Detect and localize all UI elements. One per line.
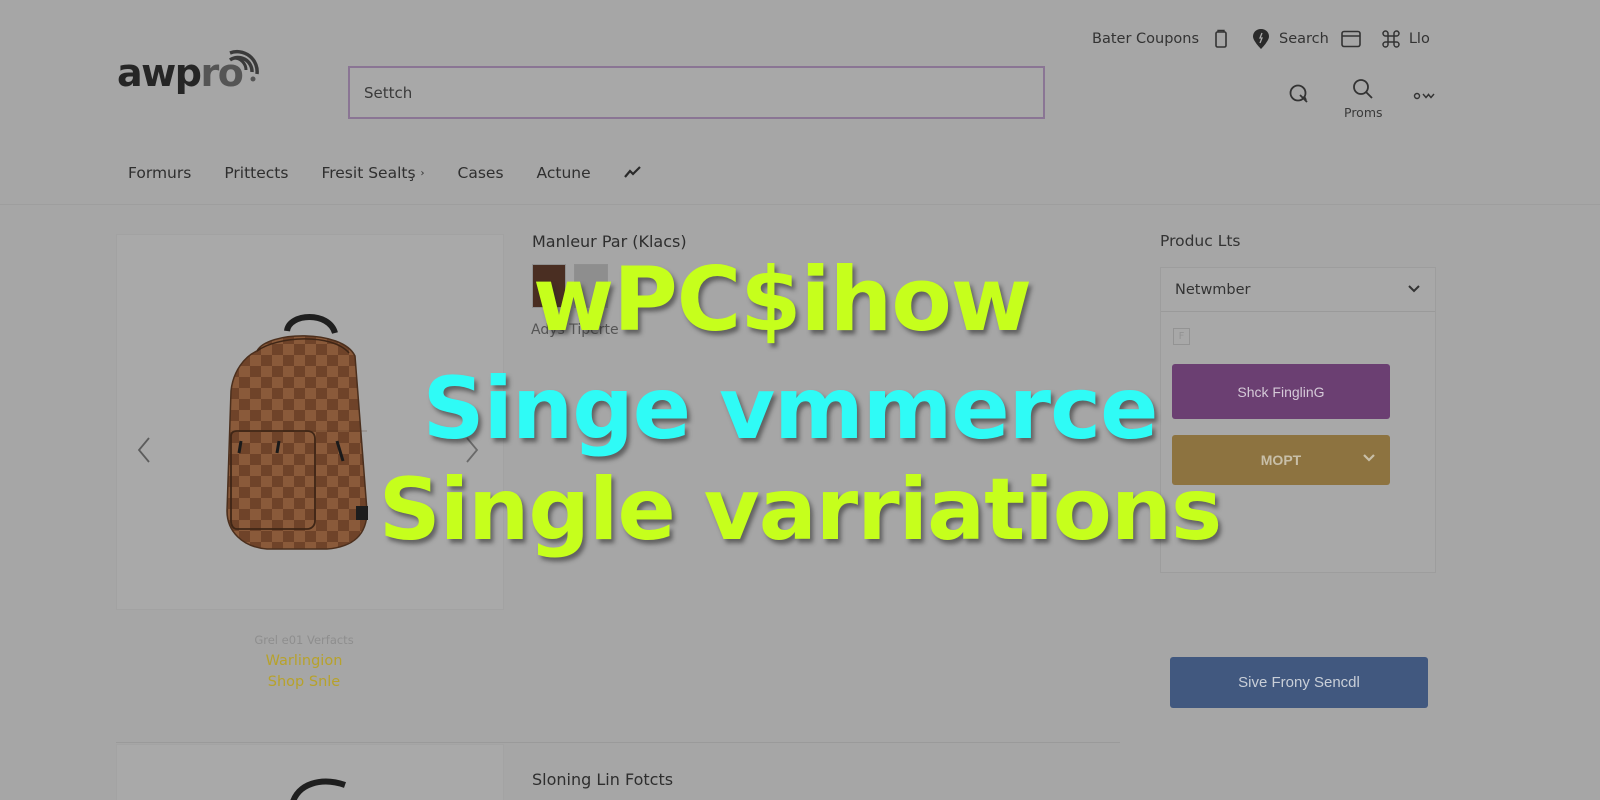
chevron-down-icon — [1407, 282, 1421, 298]
utility-bar: Bater Coupons Search Llo — [1092, 28, 1442, 50]
nav-item-formurs[interactable]: Formurs — [128, 164, 191, 182]
color-swatches — [532, 264, 616, 308]
utility-window[interactable] — [1341, 29, 1369, 49]
chevron-down-icon — [1362, 450, 1376, 466]
variant-caption: Grel e01 Verfacts Warlingion Shop Snle — [200, 633, 408, 693]
variation-select[interactable]: Netwmber — [1161, 268, 1435, 312]
search-icon — [1352, 78, 1374, 104]
swatch-brown[interactable] — [532, 264, 566, 308]
nav-label: Formurs — [128, 164, 192, 182]
trend-icon — [623, 164, 642, 182]
more-dropdown-button[interactable] — [1413, 86, 1435, 105]
product-title: Manleur Par (Klacs) — [532, 232, 687, 251]
promos-button[interactable]: Proms — [1344, 78, 1383, 120]
product-page: awpro Bater Coupons — [0, 0, 1600, 800]
secondary-action-button[interactable]: MOPT — [1172, 435, 1390, 485]
utility-bag[interactable] — [1211, 29, 1239, 49]
panel-title: Produc Lts — [1160, 232, 1241, 250]
caption-shop-link[interactable]: Shop Snle — [200, 672, 408, 693]
command-icon — [1381, 29, 1401, 49]
option-checkbox[interactable]: F — [1173, 328, 1190, 345]
gallery-prev-button[interactable] — [129, 430, 159, 470]
brand-logo[interactable]: awpro — [117, 49, 260, 95]
logo-main: awp — [117, 51, 202, 95]
shopping-bag-icon — [1211, 29, 1231, 49]
primary-action-button[interactable]: Shck FinglinG — [1172, 364, 1390, 419]
nav-label: Cases — [457, 164, 504, 182]
logo-text: awpro — [117, 51, 244, 95]
cta-label: Sive Frony Sencdl — [1238, 674, 1360, 691]
account-search-button[interactable] — [1288, 82, 1312, 110]
nav-label: Actune — [536, 164, 591, 182]
swatch-grey[interactable] — [574, 264, 608, 308]
utility-search[interactable]: Search — [1251, 29, 1329, 49]
cta-button[interactable]: Sive Frony Sencdl — [1170, 657, 1428, 708]
nav-label: Prittects — [224, 164, 289, 182]
product-gallery — [116, 234, 504, 610]
utility-llo-label: Llo — [1408, 31, 1430, 47]
utility-llo[interactable]: Llo — [1381, 29, 1430, 49]
more-dropdown-icon — [1413, 86, 1435, 105]
product-subtitle: Adys Tiperte — [531, 322, 619, 338]
main-nav: Formurs Prittects Fresit Sealtş › Cases A… — [128, 164, 675, 182]
window-icon — [1341, 29, 1361, 49]
gallery-next-button[interactable] — [457, 430, 487, 470]
utility-coupons-label: Bater Coupons — [1092, 31, 1200, 47]
wifi-waves-icon — [226, 49, 260, 92]
caret-right-icon: › — [420, 167, 425, 179]
caption-sub: Grel e01 Verfacts — [254, 633, 354, 647]
account-search-icon — [1288, 82, 1312, 110]
promos-label: Proms — [1344, 105, 1383, 120]
purchase-panel: Netwmber F Shck FinglinG MOPT — [1160, 267, 1436, 573]
nav-label: Fresit Sealtş — [321, 164, 416, 182]
primary-action-label: Shck FinglinG — [1237, 383, 1325, 400]
nav-item-prittects[interactable]: Prittects — [224, 164, 288, 182]
select-value: Netwmber — [1175, 281, 1251, 298]
location-pin-icon — [1251, 29, 1271, 49]
chevron-left-icon — [129, 437, 159, 474]
second-product-image[interactable] — [116, 744, 504, 800]
nav-item-fresit-sealts[interactable]: Fresit Sealtş › — [321, 164, 424, 182]
product-image-backpack[interactable] — [217, 311, 387, 565]
second-product-title: Sloning Lin Fotcts — [532, 770, 674, 789]
checkbox-glyph: F — [1178, 331, 1185, 342]
nav-item-cases[interactable]: Cases — [458, 164, 504, 182]
chevron-right-icon — [457, 437, 487, 474]
section-divider — [116, 742, 1120, 743]
nav-item-trend[interactable] — [623, 164, 642, 182]
caption-variation-link[interactable]: Warlingion — [200, 651, 408, 672]
utility-coupons[interactable]: Bater Coupons — [1092, 31, 1199, 47]
utility-search-label: Search — [1279, 31, 1329, 47]
nav-item-actune[interactable]: Actune — [537, 164, 591, 182]
search-input[interactable] — [348, 66, 1045, 119]
header-icons: Proms — [1288, 78, 1435, 120]
secondary-action-label: MOPT — [1260, 452, 1302, 468]
site-header: awpro Bater Coupons — [0, 0, 1600, 205]
